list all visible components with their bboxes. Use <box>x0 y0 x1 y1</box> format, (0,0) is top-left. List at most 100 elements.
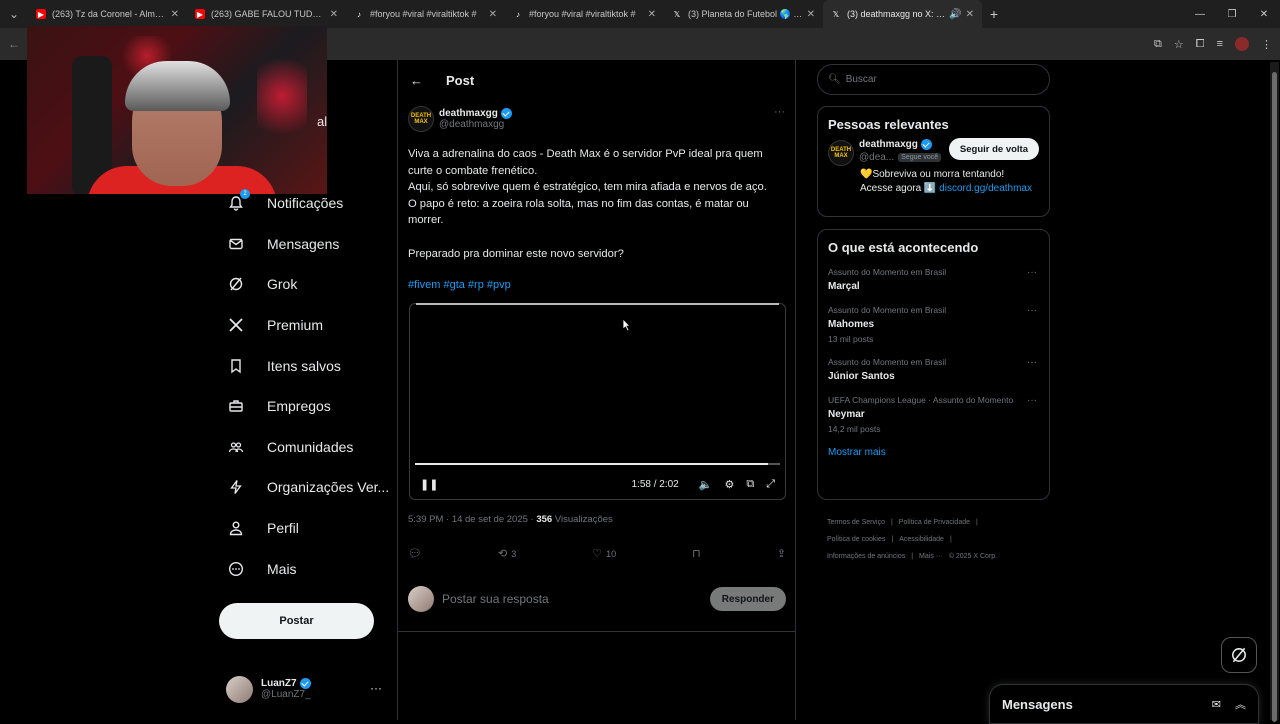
browser-tab[interactable]: ▶ (263) GABE FALOU TUDO SOBR ✕ <box>187 0 346 28</box>
account-switcher[interactable]: LuanZ7 @LuanZ7_ ··· <box>226 673 386 705</box>
post-timestamp[interactable]: 5:39 PM · 14 de set de 2025 · <box>408 514 536 525</box>
nav-verified-orgs[interactable]: Organizações Ver... <box>218 467 398 508</box>
reply-button[interactable]: Responder <box>709 587 786 611</box>
author-handle[interactable]: @deathmaxgg <box>439 119 512 130</box>
back-arrow-icon[interactable]: ← <box>410 73 430 88</box>
trend-item[interactable]: Assunto do Momento em Brasil Marçal ··· <box>818 261 1049 299</box>
chevron-up-icon[interactable]: ︽ <box>1235 696 1246 712</box>
close-tab-icon[interactable]: ✕ <box>489 9 497 20</box>
trend-item[interactable]: Assunto do Momento em Brasil Júnior Sant… <box>818 351 1049 389</box>
extensions-icon[interactable]: ⧠ <box>1196 38 1205 51</box>
trend-topic: Júnior Santos <box>828 371 895 382</box>
pip-icon[interactable]: ⧉ <box>746 478 754 491</box>
page-scrollbar[interactable] <box>1270 62 1279 722</box>
close-tab-icon[interactable]: ✕ <box>648 9 656 20</box>
browser-back-icon[interactable]: ← <box>0 37 28 51</box>
footer-link[interactable]: Política de Privacidade <box>899 519 970 526</box>
reply-composer: Postar sua resposta Responder <box>408 584 786 614</box>
avatar[interactable]: DEATH MAX <box>828 140 854 166</box>
speaker-icon[interactable]: 🔊 <box>949 9 961 20</box>
footer-link[interactable]: Termos de Serviço <box>827 519 885 526</box>
browser-tab[interactable]: 𝕏 (3) Planeta do Futebol 🌎 no X ✕ <box>664 0 823 28</box>
browser-tab[interactable]: ♪ #foryou #viral #viraltiktok # ✕ <box>505 0 664 28</box>
person-handle[interactable]: @dea... <box>859 152 894 163</box>
close-tab-icon[interactable]: ✕ <box>330 9 338 20</box>
reply-icon[interactable]: 💬︎ <box>408 547 422 560</box>
kebab-menu-icon[interactable]: ⋮ <box>1261 38 1272 51</box>
show-more-link[interactable]: Mostrar mais <box>818 441 1049 468</box>
new-tab-button[interactable]: + <box>982 6 1006 22</box>
bookmark-icon[interactable]: ⊓ <box>692 547 701 560</box>
close-tab-icon[interactable]: ✕ <box>966 9 974 20</box>
settings-gear-icon[interactable]: ⚙ <box>724 478 734 491</box>
panel-title: O que está acontecendo <box>828 240 979 255</box>
tweet-text: Viva a adrenalina do caos - Death Max é … <box>408 146 783 262</box>
footer-link[interactable]: Informações de anúncios <box>827 553 905 560</box>
footer-link[interactable]: Mais ··· <box>919 553 943 560</box>
more-horizontal-icon[interactable]: ··· <box>1027 357 1037 368</box>
trend-item[interactable]: UEFA Champions League · Assunto do Momen… <box>818 389 1049 441</box>
bio-link[interactable]: discord.gg/deathmax <box>939 183 1032 194</box>
close-tab-icon[interactable]: ✕ <box>171 9 179 20</box>
nav-grok[interactable]: Grok <box>218 264 398 305</box>
post-header: ← Post <box>398 60 795 100</box>
nav-profile[interactable]: Perfil <box>218 508 398 549</box>
post-button[interactable]: Postar <box>219 603 374 639</box>
grok-float-button[interactable] <box>1221 637 1257 673</box>
author-name[interactable]: deathmaxgg <box>439 108 498 119</box>
minimize-icon[interactable]: — <box>1184 0 1216 28</box>
tab-search-button[interactable]: ⌄ <box>0 0 28 28</box>
footer-link[interactable]: Política de cookies <box>827 536 885 543</box>
search-input[interactable]: 🔍︎ Buscar <box>817 64 1050 95</box>
nav-notifications[interactable]: 2 Notificações <box>218 183 398 224</box>
more-horizontal-icon[interactable]: ··· <box>1027 395 1037 406</box>
browser-tab[interactable]: ♪ #foryou #viral #viraltiktok # ✕ <box>346 0 505 28</box>
close-window-icon[interactable]: ✕ <box>1248 0 1280 28</box>
more-horizontal-icon[interactable]: ··· <box>1027 267 1037 278</box>
nav-communities[interactable]: Comunidades <box>218 427 398 468</box>
like-button[interactable]: ♡ 10 <box>592 547 616 560</box>
x-logo-icon <box>228 317 244 333</box>
share-icon[interactable]: ⇪ <box>777 547 786 560</box>
more-horizontal-icon[interactable]: ··· <box>774 106 785 118</box>
video-player[interactable]: ❚❚ 1:58 / 2:02 🔈 ⚙ ⧉ ⤢ <box>409 303 786 500</box>
pause-icon[interactable]: ❚❚ <box>420 478 438 491</box>
nav-label: Comunidades <box>267 438 354 455</box>
nav-more[interactable]: Mais <box>218 548 398 589</box>
nav-label: Notificações <box>267 195 344 212</box>
footer-separator: | <box>911 553 914 560</box>
reply-input[interactable]: Postar sua resposta <box>442 592 710 606</box>
close-tab-icon[interactable]: ✕ <box>807 9 815 20</box>
star-icon[interactable]: ☆ <box>1174 38 1184 51</box>
browser-tab-active[interactable]: 𝕏 (3) deathmaxgg no X: "Viva 🔊 ✕ <box>823 0 982 28</box>
cast-icon[interactable]: ⧉ <box>1154 38 1162 51</box>
trend-item[interactable]: Assunto do Momento em Brasil Mahomes 13 … <box>818 299 1049 351</box>
more-horizontal-icon[interactable]: ··· <box>370 681 382 695</box>
account-handle: @LuanZ7_ <box>261 689 311 700</box>
nav-premium[interactable]: Premium <box>218 305 398 346</box>
search-placeholder: Buscar <box>845 74 877 85</box>
video-progress-bar[interactable] <box>415 463 780 465</box>
hashtags[interactable]: #fivem #gta #rp #pvp <box>408 279 511 291</box>
profile-avatar-icon[interactable] <box>1235 37 1249 51</box>
nav-jobs[interactable]: Empregos <box>218 386 398 427</box>
new-message-icon[interactable]: ✉ <box>1212 698 1221 711</box>
fullscreen-icon[interactable]: ⤢ <box>766 478 775 491</box>
nav-bookmarks[interactable]: Itens salvos <box>218 345 398 386</box>
tweet-author[interactable]: DEATH MAX deathmaxgg @deathmaxgg <box>408 106 512 132</box>
nav-messages[interactable]: Mensagens <box>218 224 398 265</box>
more-horizontal-icon[interactable]: ··· <box>1027 305 1037 316</box>
scrollbar-thumb[interactable] <box>1272 72 1277 722</box>
follow-back-button[interactable]: Seguir de volta <box>948 138 1039 160</box>
restore-icon[interactable]: ❐ <box>1216 0 1248 28</box>
volume-icon[interactable]: 🔈 <box>699 478 713 491</box>
avatar[interactable]: DEATH MAX <box>408 106 434 132</box>
messages-drawer[interactable]: Mensagens ✉ ︽ <box>989 684 1259 724</box>
footer-separator: | <box>891 536 894 543</box>
footer-link[interactable]: Acessibilidade <box>899 536 944 543</box>
repost-button[interactable]: ⟲ 3 <box>498 547 516 560</box>
browser-tab[interactable]: ▶ (263) Tz da Coronel - Alma (Pro ✕ <box>28 0 187 28</box>
person-name[interactable]: deathmaxgg <box>859 139 918 150</box>
reading-list-icon[interactable]: ≡ <box>1217 38 1223 50</box>
main-column: ← Post DEATH MAX deathmaxgg @deathmaxgg … <box>397 60 796 720</box>
